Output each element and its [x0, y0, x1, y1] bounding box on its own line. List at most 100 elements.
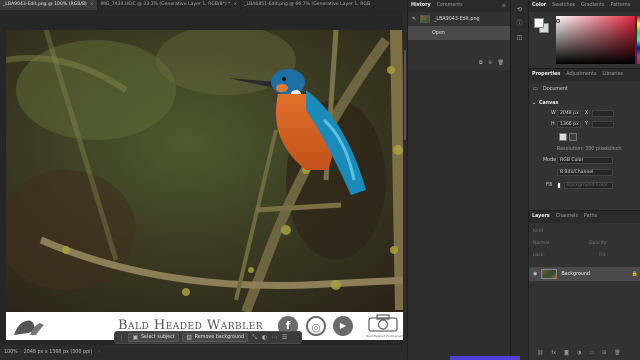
blend-mode-select[interactable]: Normal	[533, 241, 549, 246]
link-icon[interactable]: ⛓	[537, 350, 543, 356]
close-icon[interactable]: ×	[90, 0, 94, 10]
fill-opacity-label: Fill:	[599, 253, 607, 258]
bit-depth-select[interactable]: 8 Bits/Channel	[557, 169, 613, 176]
doc-tab-img7434[interactable]: IMG_7434.HEIC @ 33.3% (Generative Layer …	[98, 0, 242, 10]
document-tab-bar: _LBA9043-Edit.png @ 100% (RGB/8) × IMG_7…	[0, 0, 407, 10]
status-bar: 100% 2048 px x 1366 px (300 ppi) ›	[0, 345, 407, 360]
chevron-right-icon[interactable]: ›	[98, 350, 100, 355]
select-subject-label: Select subject	[141, 335, 175, 340]
remove-background-icon: ▧	[186, 334, 193, 341]
document-info: 2048 px x 1366 px (300 ppi)	[23, 350, 93, 355]
snapshot-camera-icon[interactable]: ⌾	[489, 60, 492, 66]
camera-caption: Bald Headed Photography	[366, 334, 406, 338]
layers-icon[interactable]: ◫	[516, 34, 524, 42]
history-icon[interactable]: ⟲	[516, 6, 524, 14]
doc-tab-lba6851[interactable]: _LBA6851-Edit.png @ 66.7% (Generative La…	[241, 0, 375, 10]
width-field[interactable]: 2048 px	[557, 110, 581, 117]
tab-gradients[interactable]: Gradients	[581, 0, 604, 12]
trash-icon[interactable]: 🗑	[498, 60, 504, 66]
y-field[interactable]	[592, 121, 614, 128]
new-layer-icon[interactable]: ⊞	[602, 350, 606, 356]
trash-icon[interactable]: 🗑	[614, 350, 620, 356]
foreground-color-swatch[interactable]	[534, 18, 544, 28]
history-state-open[interactable]: Open	[408, 26, 510, 40]
tab-properties[interactable]: Properties	[532, 69, 560, 81]
doc-tab-lba9043[interactable]: _LBA9043-Edit.png @ 100% (RGB/8) ×	[0, 0, 98, 10]
photoshop-window: _LBA9043-Edit.png @ 100% (RGB/8) × IMG_7…	[0, 0, 640, 360]
tab-color[interactable]: Color	[532, 0, 546, 12]
fill-label: Fill	[546, 183, 553, 188]
tab-libraries[interactable]: Libraries	[602, 69, 623, 81]
layers-tabs: Layers Channels Paths	[529, 211, 640, 223]
state-label: Open	[432, 30, 445, 36]
layer-thumbnail	[541, 269, 558, 279]
history-snapshot[interactable]: ✎ _LBA9043-Edit.png	[408, 12, 510, 26]
tab-patterns[interactable]: Patterns	[610, 0, 630, 12]
eye-icon[interactable]: ◉	[533, 271, 537, 277]
right-panels: Color Swatches Gradients Patterns Proper…	[528, 0, 640, 360]
document-icon: ▭	[533, 87, 538, 92]
properties-tabs: Properties Adjustments Libraries	[529, 69, 640, 81]
tab-adjustments[interactable]: Adjustments	[566, 69, 596, 81]
taskbar-accent	[450, 356, 520, 360]
tab-paths[interactable]: Paths	[584, 211, 597, 223]
tab-history[interactable]: History	[411, 0, 431, 12]
remove-background-button[interactable]: ▧ Remove background	[181, 333, 249, 342]
doc-tab-title: _LBA6851-Edit.png @ 66.7% (Generative La…	[244, 2, 371, 7]
new-document-icon[interactable]: ⧉	[479, 60, 483, 66]
snapshot-label: _LBA9043-Edit.png	[434, 16, 480, 22]
chevron-down-icon[interactable]: ⌄	[532, 101, 536, 106]
close-icon[interactable]: ×	[233, 0, 237, 10]
tab-swatches[interactable]: Swatches	[552, 0, 575, 12]
drag-handle-icon[interactable]: ⋮	[118, 334, 125, 341]
doc-tab-title: _LBA9043-Edit.png @ 100% (RGB/8)	[3, 2, 87, 7]
layer-kind-filter[interactable]: Kind	[533, 229, 543, 234]
fill-select[interactable]: Background Color	[564, 182, 613, 189]
snapshot-thumbnail	[420, 15, 431, 23]
lock-icon[interactable]: 🔒	[632, 271, 638, 277]
y-label: Y	[585, 122, 588, 127]
layer-row-background[interactable]: ◉ Background 🔒	[529, 267, 640, 281]
landscape-orientation-button[interactable]	[559, 133, 567, 141]
kingfisher-photo[interactable]	[6, 30, 407, 312]
doc-tab-title: IMG_7434.HEIC @ 33.3% (Generative Layer …	[100, 2, 231, 7]
canvas-area[interactable]: Bald Headed Warbler f ◎ ▶ Bald Headed Ph…	[0, 10, 407, 345]
layer-name: Background	[561, 271, 590, 277]
tab-layers[interactable]: Layers	[532, 211, 550, 223]
portrait-orientation-button[interactable]	[569, 133, 577, 141]
adjustment-icon[interactable]: ◐	[261, 334, 268, 341]
select-subject-button[interactable]: ▣ Select subject	[128, 333, 179, 342]
transform-icon[interactable]: ⤡	[251, 334, 258, 342]
mask-icon[interactable]: ◙	[564, 350, 569, 356]
info-icon[interactable]: ⓘ	[516, 20, 524, 28]
canvas-heading: Canvas	[539, 101, 559, 106]
adjustment-layer-icon[interactable]: ◑	[577, 350, 581, 356]
layers-tools: ⛓ fx ◙ ◑ ▭ ⊞ 🗑	[537, 350, 621, 356]
scrollbar-thumb[interactable]	[404, 50, 406, 140]
lock-label: Lock:	[533, 253, 545, 258]
zoom-level[interactable]: 100%	[4, 350, 18, 355]
brush-source-icon[interactable]: ✎	[412, 17, 416, 22]
height-field[interactable]: 1366 px	[557, 121, 581, 128]
history-panel-tabs: History Comments ≡	[408, 0, 510, 12]
camera-logo: Bald Headed Photography	[366, 314, 405, 338]
tab-comments[interactable]: Comments	[437, 0, 463, 12]
warbler-logo-icon	[14, 320, 44, 335]
settings-icon[interactable]: ☰	[281, 334, 288, 341]
color-picker-field[interactable]	[556, 16, 635, 64]
tab-channels[interactable]: Channels	[556, 211, 578, 223]
fill-color-swatch[interactable]	[557, 182, 561, 189]
instagram-icon[interactable]: ◎	[306, 316, 326, 336]
fx-icon[interactable]: fx	[551, 350, 556, 356]
layers-panel: Layers Channels Paths Kind Normal Opacit…	[529, 210, 640, 360]
x-field[interactable]	[592, 110, 614, 117]
color-picker-handle[interactable]	[556, 19, 560, 23]
more-options-icon[interactable]: ⋯	[271, 334, 278, 341]
mode-select[interactable]: RGB Color	[557, 157, 613, 164]
folder-icon[interactable]: ▭	[589, 350, 594, 356]
select-subject-icon: ▣	[132, 334, 139, 341]
document-label: Document	[543, 87, 568, 92]
history-panel: History Comments ≡ ✎ _LBA9043-Edit.png O…	[407, 0, 510, 70]
panel-menu-icon[interactable]: ≡	[502, 3, 506, 9]
youtube-icon[interactable]: ▶	[333, 316, 353, 336]
